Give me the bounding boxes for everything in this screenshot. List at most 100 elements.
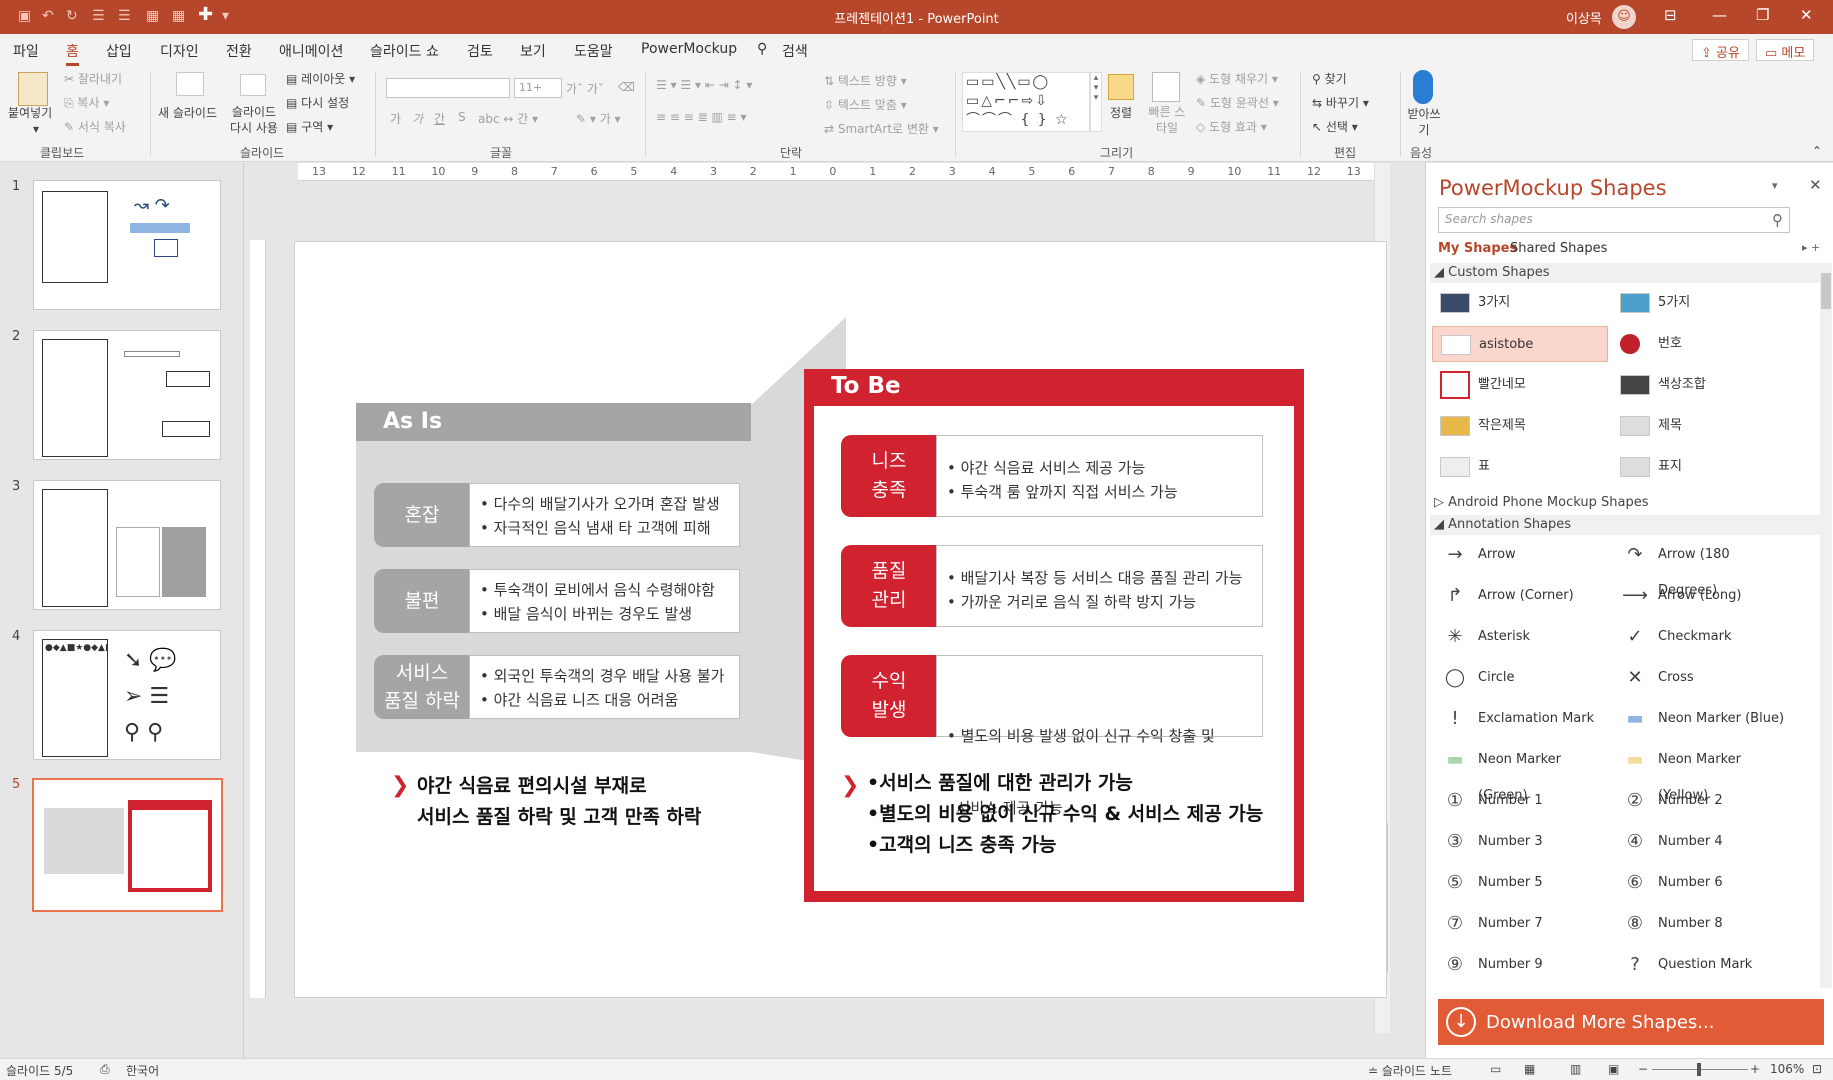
shape-item[interactable]: 번호 <box>1612 326 1788 362</box>
tab-view[interactable]: 보기 <box>520 41 546 61</box>
shape-item[interactable]: ② Number 2 <box>1612 783 1788 819</box>
section-button[interactable]: ▤ 구역 ▾ <box>286 118 333 135</box>
shape-item[interactable]: ① Number 1 <box>1432 783 1608 819</box>
fit-slide-icon[interactable]: ⊡ <box>1812 1062 1822 1076</box>
shape-item[interactable]: ◯ Circle <box>1432 660 1608 696</box>
shape-search-input[interactable]: Search shapes ⚲ <box>1438 207 1790 233</box>
reuse-slides-button[interactable]: 슬라이드 다시 사용 <box>228 104 280 136</box>
shape-item[interactable]: ! Exclamation Mark <box>1432 701 1608 737</box>
clear-format-icon[interactable]: ⌫ <box>618 80 635 94</box>
slide-thumbnail-2[interactable] <box>33 330 221 460</box>
comments-button[interactable]: ▭ 메모 <box>1756 39 1815 61</box>
zoom-slider-thumb[interactable] <box>1697 1063 1701 1076</box>
minimize-button[interactable]: — <box>1712 6 1727 24</box>
shape-item[interactable]: 빨간네모 <box>1432 367 1608 403</box>
zoom-out-button[interactable]: − <box>1638 1062 1648 1076</box>
tab-file[interactable]: 파일 <box>13 41 39 61</box>
bold-button[interactable]: 가 <box>390 110 401 127</box>
font-grow-icon[interactable]: 가ˆ 가ˇ <box>566 80 604 97</box>
shape-item[interactable]: 5가지 <box>1612 285 1788 321</box>
notes-button[interactable]: ≐ 슬라이드 노트 <box>1368 1062 1452 1079</box>
microphone-icon[interactable] <box>1413 70 1433 104</box>
shape-effects-button[interactable]: ◇ 도형 효과 ▾ <box>1196 118 1267 135</box>
layout-button[interactable]: ▤ 레이아웃 ▾ <box>286 70 355 87</box>
view-slideshow-icon[interactable]: ▣ <box>1608 1062 1619 1076</box>
panel-scrollbar[interactable] <box>1820 263 1832 988</box>
quick-styles-button[interactable]: 빠른 스타일 <box>1146 104 1188 136</box>
user-name[interactable]: 이상목 <box>1566 8 1602 27</box>
char-spacing-icon[interactable]: abc ↔ 간 ▾ <box>478 110 538 127</box>
shape-fill-button[interactable]: ◈ 도형 채우기 ▾ <box>1196 70 1278 87</box>
shape-item[interactable]: ▬ Neon Marker (Green) <box>1432 742 1608 803</box>
search-box[interactable]: 검색 <box>782 41 808 61</box>
shape-item[interactable]: 색상조합 <box>1612 367 1788 403</box>
shape-item[interactable]: ↷ Arrow (180 Degrees) <box>1612 537 1788 598</box>
view-normal-icon[interactable]: ▭ <box>1490 1062 1501 1076</box>
maximize-button[interactable]: ❐ <box>1756 6 1769 24</box>
panel-options-icon[interactable]: ▾ <box>1772 179 1778 192</box>
view-sorter-icon[interactable]: ▦ <box>1524 1062 1535 1076</box>
font-name-combo[interactable] <box>386 78 510 98</box>
search-icon[interactable]: ⚲ <box>1772 211 1783 229</box>
shape-item[interactable]: 표지 <box>1612 449 1788 485</box>
shape-item[interactable]: ⑦ Number 7 <box>1432 906 1608 942</box>
tab-powermockup[interactable]: PowerMockup <box>641 41 737 57</box>
shape-item[interactable]: 표 <box>1432 449 1608 485</box>
shape-item[interactable]: ③ Number 3 <box>1432 824 1608 860</box>
align-icon[interactable]: ≡ ≡ ≡ ≣ ▥ ≡ ▾ <box>656 110 747 124</box>
dictate-button[interactable]: 받아쓰기 <box>1406 106 1442 138</box>
slide-thumbnail-3[interactable] <box>33 480 221 610</box>
spellcheck-icon[interactable]: ⎙ <box>100 1062 110 1077</box>
copy-button[interactable]: ⎘ 복사 ▾ <box>64 94 109 111</box>
zoom-level[interactable]: 106% <box>1770 1062 1804 1076</box>
paste-icon[interactable] <box>18 72 48 106</box>
shape-item[interactable]: ⟶ Arrow (Long) <box>1612 578 1788 614</box>
tab-transitions[interactable]: 전환 <box>226 41 252 61</box>
panel-scrollbar-thumb[interactable] <box>1821 273 1831 309</box>
find-button[interactable]: ⚲ 찾기 <box>1312 70 1347 87</box>
shape-item[interactable]: ④ Number 4 <box>1612 824 1788 860</box>
text-direction-button[interactable]: ⇅ 텍스트 방향 ▾ <box>824 72 907 89</box>
shape-item[interactable]: ↱ Arrow (Corner) <box>1432 578 1608 614</box>
search-icon[interactable]: ⚲ <box>757 41 767 57</box>
cut-button[interactable]: ✂ 잘라내기 <box>64 70 122 87</box>
shape-item[interactable]: 제목 <box>1612 408 1788 444</box>
section-custom-shapes[interactable]: ◢ Custom Shapes <box>1430 263 1820 283</box>
slide-thumbnail-5[interactable] <box>32 778 223 912</box>
tab-help[interactable]: 도움말 <box>574 41 613 61</box>
shape-item[interactable]: 3가지 <box>1432 285 1608 321</box>
shape-item[interactable]: 작은제목 <box>1432 408 1608 444</box>
tab-shared-shapes[interactable]: Shared Shapes <box>1510 241 1607 256</box>
quick-styles-icon[interactable] <box>1152 72 1180 102</box>
shape-item[interactable]: ⑧ Number 8 <box>1612 906 1788 942</box>
new-slide-icon[interactable] <box>176 72 204 96</box>
shape-item[interactable]: asistobe <box>1432 326 1608 362</box>
shape-item[interactable]: ⑤ Number 5 <box>1432 865 1608 901</box>
share-button[interactable]: ⇪ 공유 <box>1692 39 1749 61</box>
avatar[interactable]: ☺ <box>1612 5 1636 29</box>
paste-dropdown-icon[interactable]: ▾ <box>33 122 39 136</box>
new-slide-button[interactable]: 새 슬라이드 <box>158 104 217 121</box>
tab-insert[interactable]: 삽입 <box>106 41 132 61</box>
select-button[interactable]: ↖ 선택 ▾ <box>1312 118 1358 135</box>
slide-canvas[interactable]: As Is 혼잡 • 다수의 배달기사가 오가며 혼잡 발생 • 자극적인 음식… <box>294 241 1387 998</box>
shape-item[interactable]: ✳ Asterisk <box>1432 619 1608 655</box>
highlight-icon[interactable]: ✎ ▾ 가 ▾ <box>576 110 621 127</box>
font-size-combo[interactable]: 11+ <box>514 78 562 98</box>
tab-slideshow[interactable]: 슬라이드 쇼 <box>370 41 439 61</box>
zoom-in-button[interactable]: + <box>1750 1062 1760 1076</box>
slide-thumbnail-1[interactable]: ↝ ↷ <box>33 180 221 310</box>
shape-item[interactable]: ? Question Mark <box>1612 947 1788 983</box>
gallery-scroll[interactable]: ▴ ▾ ▾ <box>1090 72 1102 132</box>
format-painter-button[interactable]: ✎ 서식 복사 <box>64 118 126 135</box>
slide-thumbnail-4[interactable]: ●◆▲■★●◆▲■★●◆▲■★●◆▲■★●◆▲■★●◆▲■★●◆▲■★●◆▲■★… <box>33 630 221 760</box>
ribbon-display-icon[interactable]: ⊟ <box>1664 6 1677 24</box>
underline-button[interactable]: 간 <box>434 110 445 127</box>
download-more-shapes-button[interactable]: ↓ Download More Shapes... <box>1438 999 1824 1045</box>
shape-item[interactable]: → Arrow <box>1432 537 1608 573</box>
shape-item[interactable]: ✕ Cross <box>1612 660 1788 696</box>
tab-review[interactable]: 검토 <box>467 41 493 61</box>
shape-outline-button[interactable]: ✎ 도형 윤곽선 ▾ <box>1196 94 1279 111</box>
close-button[interactable]: ✕ <box>1800 6 1813 24</box>
panel-close-icon[interactable]: ✕ <box>1809 176 1822 194</box>
